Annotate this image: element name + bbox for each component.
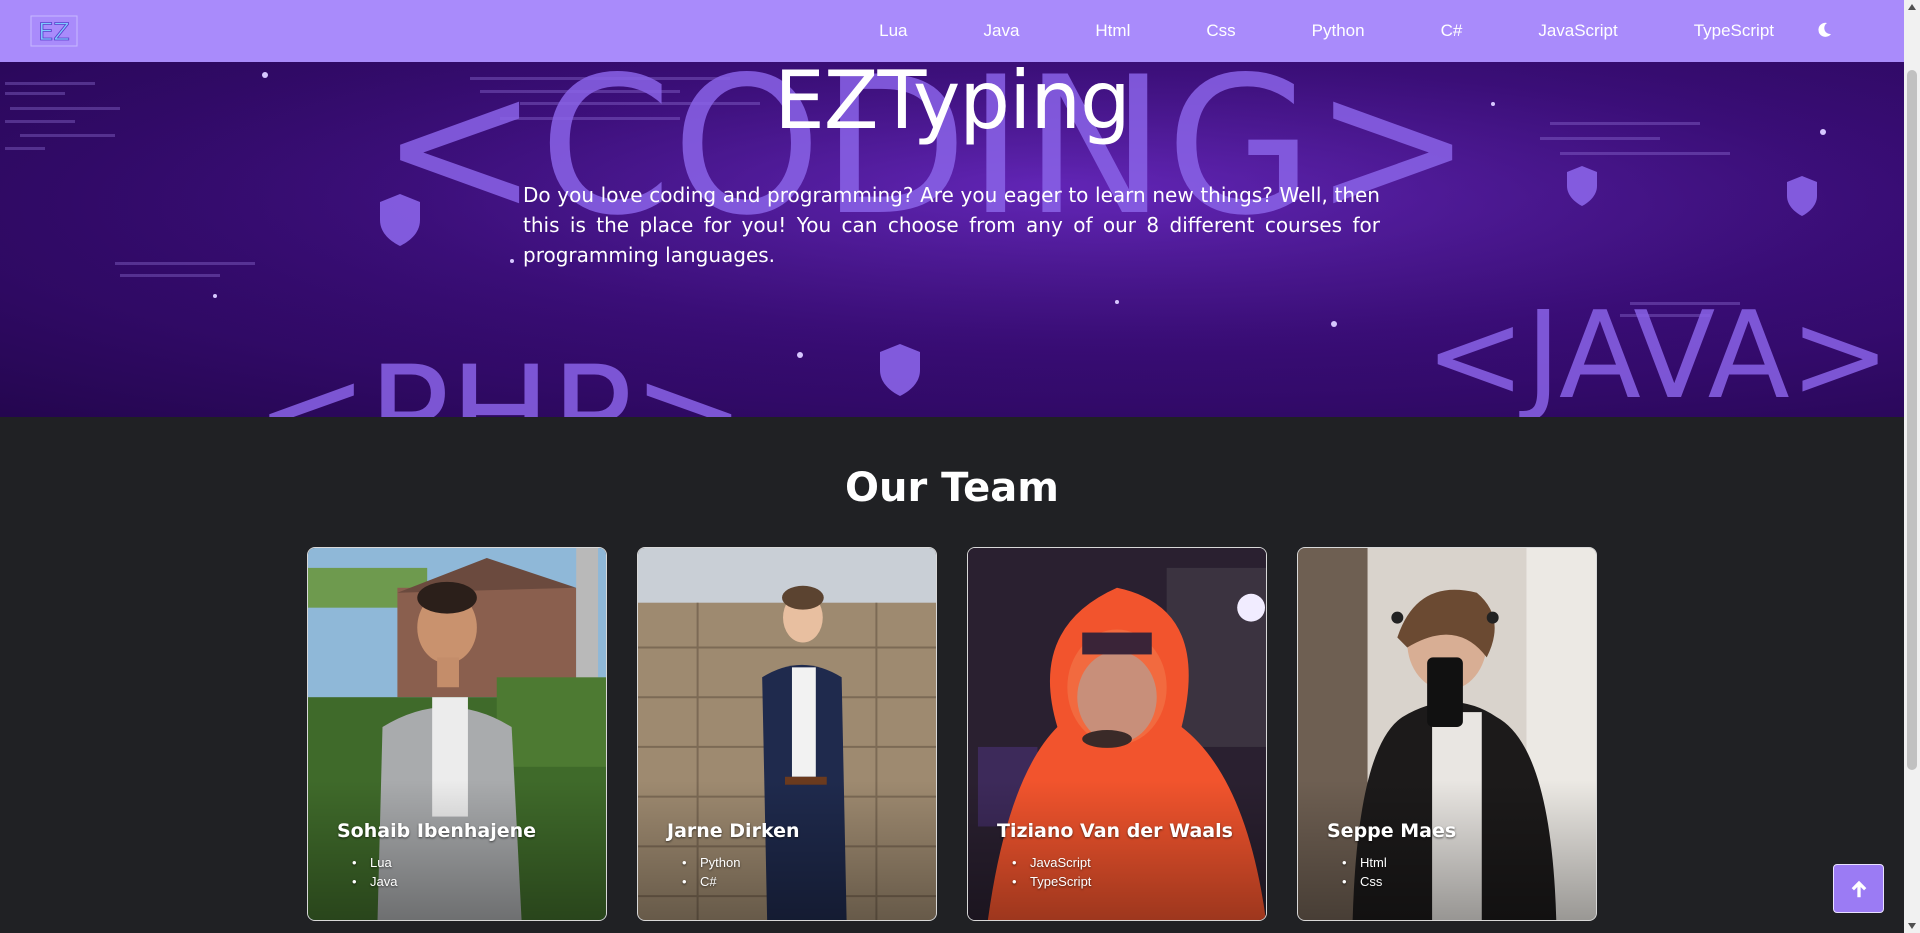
navbar: EZ Lua Java Html Css Python C# JavaScrip… <box>0 0 1904 62</box>
member-languages: Lua Java <box>352 853 397 891</box>
scroll-down-arrow-icon[interactable] <box>1908 923 1916 929</box>
team-card[interactable]: Tiziano Van der Waals JavaScript TypeScr… <box>967 547 1267 921</box>
logo-text: EZ <box>38 18 70 46</box>
bg-word-php: <PHP> <box>255 337 746 417</box>
member-name: Tiziano Van der Waals <box>997 820 1233 842</box>
ez-logo-icon: EZ <box>30 15 78 47</box>
team-card[interactable]: Jarne Dirken Python C# <box>637 547 937 921</box>
nav-link-python[interactable]: Python <box>1312 21 1365 41</box>
member-languages: Python C# <box>682 853 740 891</box>
member-language: Java <box>352 872 397 891</box>
member-language: Lua <box>352 853 397 872</box>
nav-link-lua[interactable]: Lua <box>879 21 907 41</box>
theme-toggle[interactable] <box>1814 20 1834 40</box>
team-cards: Sohaib Ibenhajene Lua Java Jarne Dirken <box>307 547 1597 921</box>
member-languages: Html Css <box>1342 853 1387 891</box>
team-card[interactable]: Seppe Maes Html Css <box>1297 547 1597 921</box>
arrow-up-icon <box>1851 880 1866 897</box>
ez-logo[interactable]: EZ <box>30 14 78 48</box>
member-language: TypeScript <box>1012 872 1091 891</box>
member-language: Python <box>682 853 740 872</box>
member-language: JavaScript <box>1012 853 1091 872</box>
team-card[interactable]: Sohaib Ibenhajene Lua Java <box>307 547 607 921</box>
member-name: Jarne Dirken <box>667 820 800 842</box>
member-languages: JavaScript TypeScript <box>1012 853 1091 891</box>
member-language: Html <box>1342 853 1387 872</box>
member-name: Seppe Maes <box>1327 820 1457 842</box>
moon-icon <box>1818 22 1831 37</box>
nav-link-css[interactable]: Css <box>1206 21 1235 41</box>
nav-link-javascript[interactable]: JavaScript <box>1538 21 1617 41</box>
scrollbar-thumb[interactable] <box>1907 70 1917 770</box>
page-scrollbar[interactable] <box>1904 0 1920 933</box>
nav-link-java[interactable]: Java <box>983 21 1019 41</box>
team-title: Our Team <box>845 465 1059 511</box>
scroll-up-arrow-icon[interactable] <box>1908 4 1916 10</box>
nav-link-typescript[interactable]: TypeScript <box>1694 21 1774 41</box>
hero-description: Do you love coding and programming? Are … <box>523 183 1380 267</box>
member-name: Sohaib Ibenhajene <box>337 820 537 842</box>
hero-banner: <CODING> <PHP> <JAVA> EZTyping Do you lo… <box>0 62 1904 417</box>
nav-link-csharp[interactable]: C# <box>1441 21 1463 41</box>
hero-title: EZTyping <box>774 62 1131 147</box>
bg-word-java: <JAVA> <box>1425 287 1890 417</box>
member-language: Css <box>1342 872 1387 891</box>
nav-links: Lua Java Html Css Python C# JavaScript T… <box>879 0 1774 62</box>
nav-link-html[interactable]: Html <box>1095 21 1130 41</box>
member-language: C# <box>682 872 740 891</box>
back-to-top-button[interactable] <box>1833 864 1884 913</box>
